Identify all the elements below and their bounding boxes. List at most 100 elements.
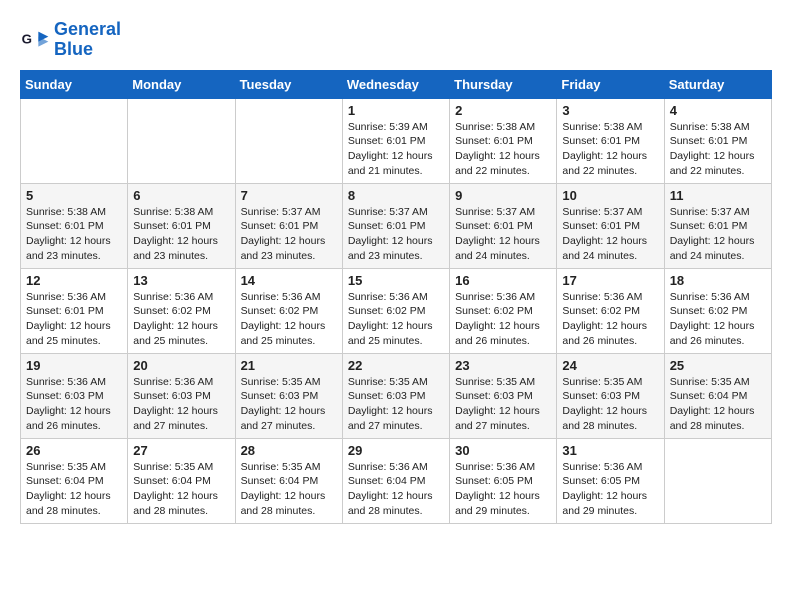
day-info: Sunrise: 5:35 AM Sunset: 6:03 PM Dayligh… — [562, 375, 658, 434]
day-info: Sunrise: 5:36 AM Sunset: 6:02 PM Dayligh… — [348, 290, 444, 349]
calendar-cell: 22 Sunrise: 5:35 AM Sunset: 6:03 PM Dayli… — [342, 353, 449, 438]
day-number: 30 — [455, 443, 551, 458]
day-info: Sunrise: 5:36 AM Sunset: 6:03 PM Dayligh… — [26, 375, 122, 434]
day-info: Sunrise: 5:38 AM Sunset: 6:01 PM Dayligh… — [133, 205, 229, 264]
calendar-week-2: 5 Sunrise: 5:38 AM Sunset: 6:01 PM Daylig… — [21, 183, 772, 268]
day-number: 11 — [670, 188, 766, 203]
day-number: 17 — [562, 273, 658, 288]
day-info: Sunrise: 5:38 AM Sunset: 6:01 PM Dayligh… — [670, 120, 766, 179]
day-header-tuesday: Tuesday — [235, 70, 342, 98]
calendar-cell: 29Sunrise: 5:36 AM Sunset: 6:04 PM Dayli… — [342, 438, 449, 523]
day-info: Sunrise: 5:38 AM Sunset: 6:01 PM Dayligh… — [26, 205, 122, 264]
day-number: 24 — [562, 358, 658, 373]
day-info: Sunrise: 5:36 AM Sunset: 6:01 PM Dayligh… — [26, 290, 122, 349]
day-info: Sunrise: 5:37 AM Sunset: 6:01 PM Dayligh… — [562, 205, 658, 264]
day-number: 7 — [241, 188, 337, 203]
day-info: Sunrise: 5:35 AM Sunset: 6:04 PM Dayligh… — [133, 460, 229, 519]
day-header-thursday: Thursday — [450, 70, 557, 98]
calendar-cell: 10 Sunrise: 5:37 AM Sunset: 6:01 PM Dayli… — [557, 183, 664, 268]
calendar-cell: 11 Sunrise: 5:37 AM Sunset: 6:01 PM Dayli… — [664, 183, 771, 268]
day-info: Sunrise: 5:36 AM Sunset: 6:02 PM Dayligh… — [670, 290, 766, 349]
day-number: 14 — [241, 273, 337, 288]
day-number: 9 — [455, 188, 551, 203]
day-info: Sunrise: 5:39 AM Sunset: 6:01 PM Dayligh… — [348, 120, 444, 179]
calendar-cell: 15 Sunrise: 5:36 AM Sunset: 6:02 PM Dayli… — [342, 268, 449, 353]
calendar-cell: 3 Sunrise: 5:38 AM Sunset: 6:01 PM Daylig… — [557, 98, 664, 183]
day-info: Sunrise: 5:37 AM Sunset: 6:01 PM Dayligh… — [455, 205, 551, 264]
calendar-cell: 24 Sunrise: 5:35 AM Sunset: 6:03 PM Dayli… — [557, 353, 664, 438]
calendar-cell: 26 Sunrise: 5:35 AM Sunset: 6:04 PM Dayli… — [21, 438, 128, 523]
day-info: Sunrise: 5:35 AM Sunset: 6:04 PM Dayligh… — [241, 460, 337, 519]
day-info: Sunrise: 5:36 AM Sunset: 6:02 PM Dayligh… — [241, 290, 337, 349]
calendar-cell: 2Sunrise: 5:38 AM Sunset: 6:01 PM Daylig… — [450, 98, 557, 183]
calendar-cell: 8Sunrise: 5:37 AM Sunset: 6:01 PM Daylig… — [342, 183, 449, 268]
day-info: Sunrise: 5:36 AM Sunset: 6:02 PM Dayligh… — [562, 290, 658, 349]
day-header-friday: Friday — [557, 70, 664, 98]
calendar-cell — [21, 98, 128, 183]
day-number: 27 — [133, 443, 229, 458]
page-header: G General Blue — [20, 20, 772, 60]
day-number: 16 — [455, 273, 551, 288]
calendar-week-4: 19 Sunrise: 5:36 AM Sunset: 6:03 PM Dayli… — [21, 353, 772, 438]
day-number: 15 — [348, 273, 444, 288]
day-info: Sunrise: 5:38 AM Sunset: 6:01 PM Dayligh… — [562, 120, 658, 179]
day-header-wednesday: Wednesday — [342, 70, 449, 98]
day-number: 25 — [670, 358, 766, 373]
calendar-cell: 20Sunrise: 5:36 AM Sunset: 6:03 PM Dayli… — [128, 353, 235, 438]
logo-icon: G — [20, 25, 50, 55]
calendar-week-5: 26 Sunrise: 5:35 AM Sunset: 6:04 PM Dayli… — [21, 438, 772, 523]
days-header-row: SundayMondayTuesdayWednesdayThursdayFrid… — [21, 70, 772, 98]
calendar-cell: 16 Sunrise: 5:36 AM Sunset: 6:02 PM Dayli… — [450, 268, 557, 353]
calendar-week-3: 12Sunrise: 5:36 AM Sunset: 6:01 PM Dayli… — [21, 268, 772, 353]
logo: G General Blue — [20, 20, 121, 60]
calendar-cell: 4 Sunrise: 5:38 AM Sunset: 6:01 PM Daylig… — [664, 98, 771, 183]
calendar-cell: 17 Sunrise: 5:36 AM Sunset: 6:02 PM Dayli… — [557, 268, 664, 353]
calendar-cell: 7 Sunrise: 5:37 AM Sunset: 6:01 PM Daylig… — [235, 183, 342, 268]
day-info: Sunrise: 5:37 AM Sunset: 6:01 PM Dayligh… — [241, 205, 337, 264]
calendar-cell: 28 Sunrise: 5:35 AM Sunset: 6:04 PM Dayli… — [235, 438, 342, 523]
day-number: 10 — [562, 188, 658, 203]
day-number: 28 — [241, 443, 337, 458]
day-number: 21 — [241, 358, 337, 373]
day-number: 6 — [133, 188, 229, 203]
day-info: Sunrise: 5:35 AM Sunset: 6:03 PM Dayligh… — [455, 375, 551, 434]
day-number: 19 — [26, 358, 122, 373]
day-info: Sunrise: 5:37 AM Sunset: 6:01 PM Dayligh… — [670, 205, 766, 264]
calendar-cell — [235, 98, 342, 183]
calendar-cell: 5 Sunrise: 5:38 AM Sunset: 6:01 PM Daylig… — [21, 183, 128, 268]
day-info: Sunrise: 5:35 AM Sunset: 6:03 PM Dayligh… — [241, 375, 337, 434]
day-number: 1 — [348, 103, 444, 118]
day-number: 5 — [26, 188, 122, 203]
calendar-cell: 23Sunrise: 5:35 AM Sunset: 6:03 PM Dayli… — [450, 353, 557, 438]
day-number: 8 — [348, 188, 444, 203]
day-info: Sunrise: 5:36 AM Sunset: 6:03 PM Dayligh… — [133, 375, 229, 434]
day-info: Sunrise: 5:36 AM Sunset: 6:02 PM Dayligh… — [133, 290, 229, 349]
calendar-cell: 30Sunrise: 5:36 AM Sunset: 6:05 PM Dayli… — [450, 438, 557, 523]
calendar-cell: 31 Sunrise: 5:36 AM Sunset: 6:05 PM Dayli… — [557, 438, 664, 523]
day-number: 22 — [348, 358, 444, 373]
day-number: 4 — [670, 103, 766, 118]
svg-text:G: G — [22, 31, 32, 46]
day-number: 31 — [562, 443, 658, 458]
day-number: 2 — [455, 103, 551, 118]
day-header-saturday: Saturday — [664, 70, 771, 98]
day-number: 26 — [26, 443, 122, 458]
calendar-cell: 21 Sunrise: 5:35 AM Sunset: 6:03 PM Dayli… — [235, 353, 342, 438]
day-info: Sunrise: 5:35 AM Sunset: 6:03 PM Dayligh… — [348, 375, 444, 434]
day-info: Sunrise: 5:35 AM Sunset: 6:04 PM Dayligh… — [26, 460, 122, 519]
calendar-cell: 19 Sunrise: 5:36 AM Sunset: 6:03 PM Dayli… — [21, 353, 128, 438]
calendar-cell — [128, 98, 235, 183]
day-number: 13 — [133, 273, 229, 288]
day-number: 3 — [562, 103, 658, 118]
day-number: 18 — [670, 273, 766, 288]
day-info: Sunrise: 5:35 AM Sunset: 6:04 PM Dayligh… — [670, 375, 766, 434]
calendar-cell: 13 Sunrise: 5:36 AM Sunset: 6:02 PM Dayli… — [128, 268, 235, 353]
day-info: Sunrise: 5:36 AM Sunset: 6:02 PM Dayligh… — [455, 290, 551, 349]
calendar-cell: 9 Sunrise: 5:37 AM Sunset: 6:01 PM Daylig… — [450, 183, 557, 268]
calendar-cell — [664, 438, 771, 523]
day-header-sunday: Sunday — [21, 70, 128, 98]
day-info: Sunrise: 5:36 AM Sunset: 6:05 PM Dayligh… — [562, 460, 658, 519]
calendar-cell: 25 Sunrise: 5:35 AM Sunset: 6:04 PM Dayli… — [664, 353, 771, 438]
day-number: 29 — [348, 443, 444, 458]
logo-text: General Blue — [54, 20, 121, 60]
